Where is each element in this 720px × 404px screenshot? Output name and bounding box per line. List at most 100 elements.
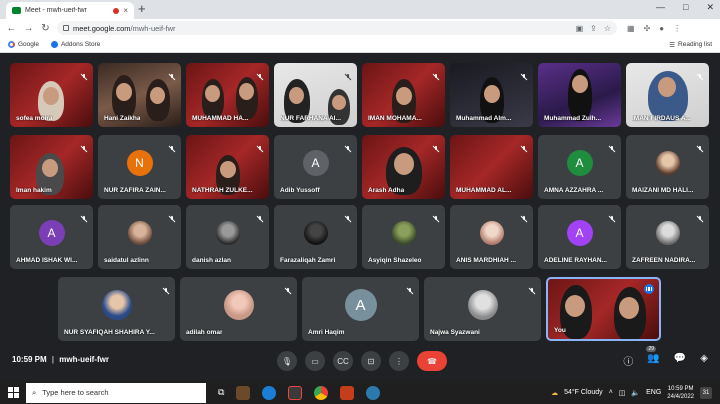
participant-tile[interactable]: IMAN MOHAMA...: [362, 63, 445, 127]
bookmark-google[interactable]: Google: [8, 41, 39, 48]
mic-muted-icon: [696, 68, 704, 81]
avatar: A: [344, 289, 377, 322]
participant-tile[interactable]: A AHMAD ISHAK WI...: [10, 205, 93, 269]
participant-tile[interactable]: IMAN FIRDAUS A...: [626, 63, 709, 127]
menu-dots-icon[interactable]: ⋮: [673, 24, 681, 33]
mic-muted-icon: [696, 210, 704, 223]
clock[interactable]: 10:59 PM 24/4/2022: [667, 385, 694, 401]
camera-permission-icon[interactable]: ▣: [576, 24, 584, 33]
volume-icon[interactable]: 🔈: [631, 389, 640, 397]
bookmark-addons-store[interactable]: Addons Store: [50, 41, 100, 48]
captions-button[interactable]: CC: [333, 351, 353, 371]
microphone-button[interactable]: 🎙: [277, 351, 297, 371]
mic-muted-icon: [520, 68, 528, 81]
more-options-button[interactable]: ⋮: [389, 351, 409, 371]
mic-muted-icon: [520, 210, 528, 223]
powerpoint-icon[interactable]: [340, 385, 355, 400]
tray-chevron-icon[interactable]: ˄: [609, 389, 613, 396]
bookmark-star-icon[interactable]: ☆: [604, 24, 611, 33]
leave-call-button[interactable]: ☎: [417, 351, 447, 371]
minimize-button[interactable]: —: [656, 2, 665, 13]
windows-logo-icon: [7, 387, 19, 398]
profile-icon[interactable]: ●: [659, 24, 664, 33]
participant-name: sofea moira: [16, 115, 53, 122]
search-icon: ⌕: [32, 387, 37, 397]
participant-tile[interactable]: Muhammad Alm...: [450, 63, 533, 127]
browser-tab[interactable]: Meet - mwh-ueif-fwr ×: [6, 2, 134, 19]
profile-photo: [391, 221, 416, 246]
participant-tile[interactable]: ANIS MARDHIAH ...: [450, 205, 533, 269]
self-view-tile[interactable]: You: [546, 277, 661, 341]
activities-icon[interactable]: ◈: [700, 353, 708, 368]
extension-icon[interactable]: ▦: [627, 24, 635, 33]
participant-tile[interactable]: A AMNA AZZAHRA ...: [538, 135, 621, 199]
participant-tile[interactable]: danish azlan: [186, 205, 269, 269]
avatar: A: [566, 150, 593, 177]
participant-tile[interactable]: A Amri Haqim: [302, 277, 419, 341]
chat-icon[interactable]: 💬: [674, 353, 686, 368]
back-arrow-icon[interactable]: ←: [4, 23, 19, 34]
start-button[interactable]: [0, 381, 26, 404]
participant-tile[interactable]: Hani Zaikha: [98, 63, 181, 127]
participant-name: You: [554, 327, 566, 334]
maximize-button[interactable]: □: [683, 2, 688, 13]
puzzle-icon[interactable]: ✣: [644, 24, 651, 33]
participant-tile[interactable]: Iman hakim: [10, 135, 93, 199]
participant-name: Adib Yussoff: [280, 187, 320, 194]
captions-icon: CC: [337, 356, 349, 366]
weather-text[interactable]: 54°F Cloudy: [564, 389, 603, 396]
participant-tile[interactable]: Najwa Syazwani: [424, 277, 541, 341]
meeting-details-icon[interactable]: ⓘ: [623, 353, 633, 368]
network-icon[interactable]: ◫: [619, 389, 626, 397]
store-icon[interactable]: [288, 385, 303, 400]
app-icon[interactable]: [366, 385, 381, 400]
reload-icon[interactable]: ↻: [38, 23, 53, 34]
participant-tile[interactable]: A Adib Yussoff: [274, 135, 357, 199]
people-icon[interactable]: 👥: [647, 353, 659, 368]
participant-tile[interactable]: Asyiqin Shazeleo: [362, 205, 445, 269]
address-bar[interactable]: meet.google.com/mwh-ueif-fwr ▣ ⇪ ☆: [57, 21, 617, 35]
participant-tile[interactable]: MUHAMMAD AL...: [450, 135, 533, 199]
reading-list-button[interactable]: ☰ Reading list: [669, 41, 712, 49]
participant-tile[interactable]: Muhammad Zulh...: [538, 63, 621, 127]
language-indicator[interactable]: ENG: [646, 389, 661, 396]
participant-tile[interactable]: NATHRAH ZULKE...: [186, 135, 269, 199]
participant-tile[interactable]: NUR FARHANA AI...: [274, 63, 357, 127]
close-window-button[interactable]: ✕: [706, 2, 714, 13]
participant-tile[interactable]: adilah omar: [180, 277, 297, 341]
url-path: /mwh-ueif-fwr: [130, 23, 176, 33]
participant-tile[interactable]: saidatul azlinn: [98, 205, 181, 269]
participant-name: Amri Haqim: [308, 329, 345, 336]
task-view-icon[interactable]: ⧉: [218, 387, 224, 398]
notifications-button[interactable]: 31: [700, 386, 712, 399]
participant-name: NUR ZAFIRA ZAIN...: [104, 187, 166, 194]
profile-photo: [127, 221, 152, 246]
participant-tile[interactable]: N NUR ZAFIRA ZAIN...: [98, 135, 181, 199]
participant-name: ZAFREEN NADIRA...: [632, 257, 696, 264]
participant-tile[interactable]: MAIZANI MD HALI...: [626, 135, 709, 199]
participant-tile[interactable]: Farazaliqah Zamri: [274, 205, 357, 269]
mic-muted-icon: [162, 282, 170, 295]
participant-tile[interactable]: NUR SYAFIQAH SHAHIRA Y...: [58, 277, 175, 341]
addons-store-icon: [50, 41, 58, 48]
share-icon[interactable]: ⇪: [590, 24, 597, 33]
new-tab-button[interactable]: +: [138, 1, 146, 16]
edge-icon[interactable]: [262, 385, 277, 400]
chrome-icon[interactable]: [314, 385, 329, 400]
participant-tile[interactable]: sofea moira: [10, 63, 93, 127]
mic-muted-icon: [344, 210, 352, 223]
participant-tile[interactable]: A ADELINE RAYHAN...: [538, 205, 621, 269]
present-button[interactable]: ⊡: [361, 351, 381, 371]
forward-arrow-icon[interactable]: →: [21, 23, 36, 34]
taskbar-search-box[interactable]: ⌕ Type here to search: [26, 382, 206, 403]
tab-close-button[interactable]: ×: [123, 6, 128, 15]
camera-icon: ▭: [311, 356, 319, 366]
participant-tile[interactable]: ZAFREEN NADIRA...: [626, 205, 709, 269]
camera-button[interactable]: ▭: [305, 351, 325, 371]
participant-tile[interactable]: Arash Adha: [362, 135, 445, 199]
url-text: meet.google.com/mwh-ueif-fwr: [73, 24, 572, 33]
participant-name: NUR FARHANA AI...: [280, 115, 341, 122]
speaking-indicator-icon: [644, 284, 654, 294]
participant-tile[interactable]: MUHAMMAD HA...: [186, 63, 269, 127]
file-explorer-icon[interactable]: [236, 385, 251, 400]
